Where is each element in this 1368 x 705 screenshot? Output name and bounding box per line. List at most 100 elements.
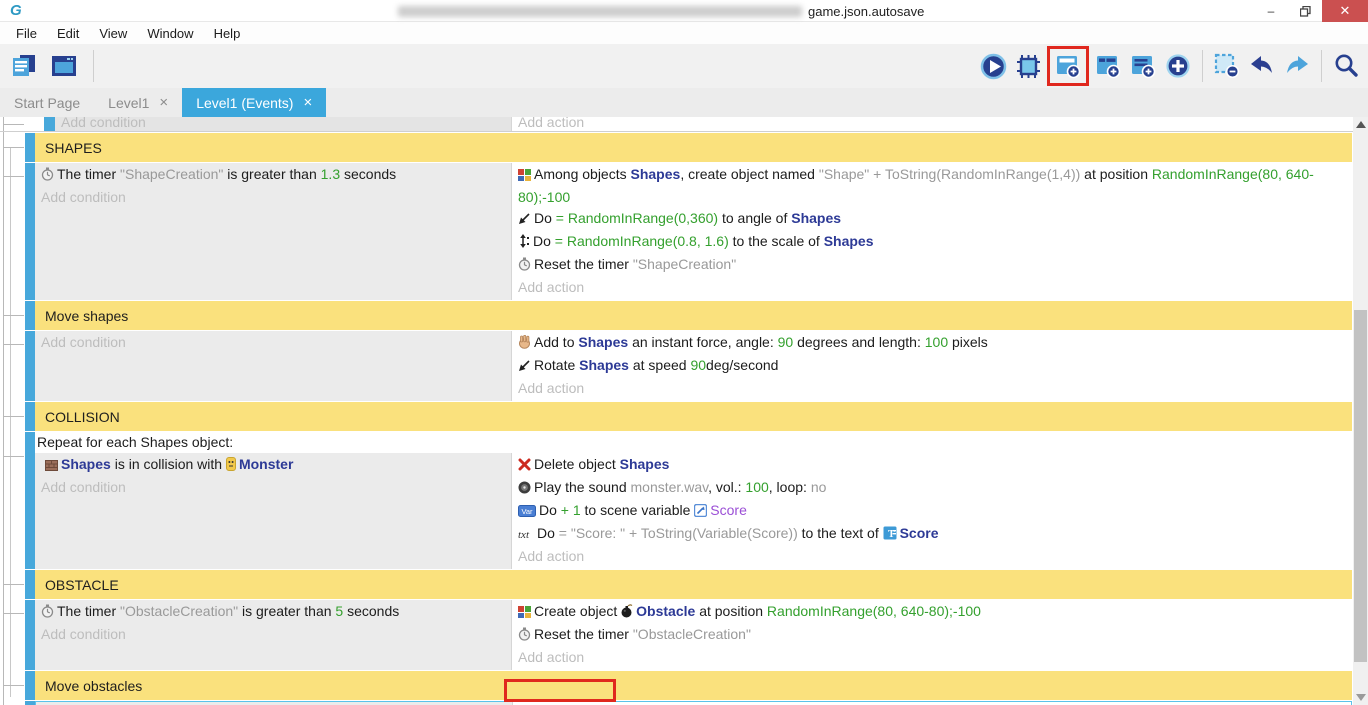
event-row[interactable]: The timer "ObstacleCreation" is greater …	[0, 600, 1353, 670]
add-standard-event-icon[interactable]	[1047, 46, 1089, 86]
tab-level1[interactable]: Level1 ×	[94, 88, 182, 117]
add-action-button[interactable]: Add action	[512, 277, 1352, 298]
group-header-obstacle[interactable]: OBSTACLE	[35, 570, 1352, 599]
action-line[interactable]: txtDo = "Score: " + ToString(Variable(Sc…	[512, 523, 1352, 546]
condition-line[interactable]: The timer "ObstacleCreation" is greater …	[35, 601, 511, 624]
tab-start-page[interactable]: Start Page	[0, 88, 94, 117]
group-header-move-obstacles[interactable]: Move obstacles	[35, 671, 1352, 700]
add-condition-button[interactable]: Add condition	[35, 332, 511, 353]
group-label: COLLISION	[45, 409, 120, 425]
add-action-button[interactable]: Add action	[512, 647, 1352, 668]
add-action-button[interactable]: Add action	[512, 378, 1352, 399]
group-header-move-shapes[interactable]: Move shapes	[35, 301, 1352, 330]
action-line[interactable]: Reset the timer "ObstacleCreation"	[512, 624, 1352, 647]
event-indent-bar	[25, 163, 35, 300]
text-modify-icon: txt	[518, 525, 534, 546]
timer-icon	[518, 626, 531, 647]
action-line[interactable]: Do = RandomInRange(0,360) to angle of Sh…	[512, 208, 1352, 231]
group-label: Move shapes	[45, 308, 128, 324]
title-blurred-path	[398, 6, 802, 17]
delete-event-icon[interactable]	[1211, 46, 1243, 86]
tab-close-icon[interactable]: ×	[303, 94, 312, 111]
add-sub-event-icon[interactable]	[1092, 46, 1124, 86]
menu-item-help[interactable]: Help	[204, 24, 251, 43]
add-action-button[interactable]: Add action	[512, 546, 1352, 567]
event-indent-bar	[25, 301, 35, 330]
undo-icon[interactable]	[1246, 46, 1278, 86]
restore-icon	[1300, 6, 1311, 17]
timer-icon	[41, 166, 54, 187]
scroll-down-arrow-icon[interactable]	[1356, 694, 1366, 701]
delete-cross-icon	[518, 456, 531, 477]
minimize-button[interactable]: –	[1254, 0, 1288, 22]
scroll-up-arrow-icon[interactable]	[1356, 121, 1366, 128]
menu-item-window[interactable]: Window	[137, 24, 203, 43]
tab-level1-events[interactable]: Level1 (Events)×	[182, 88, 326, 117]
scrollbar-thumb[interactable]	[1354, 310, 1367, 662]
group-header-shapes[interactable]: SHAPES	[35, 133, 1352, 162]
condition-line[interactable]: The timer "ShapeCreation" is greater tha…	[35, 164, 511, 187]
vertical-scrollbar[interactable]	[1353, 117, 1368, 705]
event-group-row: Move shapes	[0, 301, 1353, 330]
project-manager-icon[interactable]	[8, 46, 40, 86]
action-line[interactable]: Rotate Shapes at speed 90deg/second	[512, 355, 1352, 378]
tree-tick	[3, 685, 24, 686]
add-action-button[interactable]: Add action	[512, 117, 1352, 132]
rotate-arrow-icon	[518, 357, 531, 378]
scale-arrow-icon	[518, 233, 530, 254]
condition-line[interactable]: Shapes is in collision with Monster	[35, 454, 511, 477]
angle-arrow-icon	[518, 210, 531, 231]
menu-item-view[interactable]: View	[89, 24, 137, 43]
event-group-row: COLLISION	[0, 402, 1353, 431]
toolbar-divider	[1321, 50, 1322, 82]
group-label: Move obstacles	[45, 678, 142, 694]
toolbar	[0, 44, 1368, 88]
action-line[interactable]: Among objects Shapes, create object name…	[512, 164, 1352, 208]
add-condition-button[interactable]: Add condition	[35, 624, 511, 645]
add-comment-event-icon[interactable]	[1127, 46, 1159, 86]
action-line[interactable]: Play the sound monster.wav, vol.: 100, l…	[512, 477, 1352, 500]
action-line[interactable]: Add to Shapes an instant force, angle: 9…	[512, 332, 1352, 355]
group-label: SHAPES	[45, 140, 102, 156]
timer-icon	[41, 603, 54, 624]
tab-bar: Start PageLevel1×Level1 (Events)×	[0, 88, 1368, 117]
tree-tick	[3, 613, 24, 614]
action-line[interactable]: Do = RandomInRange(0.8, 1.6) to the scal…	[512, 231, 1352, 254]
search-icon[interactable]	[1330, 46, 1362, 86]
tree-tick	[3, 344, 24, 345]
debugger-icon[interactable]	[1012, 46, 1044, 86]
tab-label: Level1	[108, 95, 149, 111]
scene-editor-icon[interactable]	[48, 46, 80, 86]
group-header-collision[interactable]: COLLISION	[35, 402, 1352, 431]
add-condition-button[interactable]: Add condition	[55, 117, 511, 132]
close-button[interactable]: ✕	[1322, 0, 1368, 22]
action-line[interactable]: VarDo + 1 to scene variable Score	[512, 500, 1352, 523]
add-condition-button[interactable]: Add condition	[35, 187, 511, 208]
event-row[interactable]: The timer "ShapeCreation" is greater tha…	[0, 163, 1353, 300]
tree-tick	[3, 584, 24, 585]
window-title: game.json.autosave	[808, 4, 924, 19]
add-condition-button[interactable]: Add condition	[35, 477, 511, 498]
event-row[interactable]: Add conditionAdd to Shapes an instant fo…	[0, 331, 1353, 401]
tab-close-icon[interactable]: ×	[159, 94, 168, 111]
menu-item-file[interactable]: File	[6, 24, 47, 43]
add-other-event-icon[interactable]	[1162, 46, 1194, 86]
menu-bar: FileEditViewWindowHelp	[0, 22, 1368, 44]
foreach-header[interactable]: Repeat for each Shapes object:	[35, 432, 1352, 453]
action-line[interactable]: Create object Obstacle at position Rando…	[512, 601, 1352, 624]
scene-variable-icon	[694, 502, 707, 523]
event-indent-bar	[25, 402, 35, 431]
event-row-selected[interactable]: Add conditionAdd action	[0, 701, 1353, 705]
menu-item-edit[interactable]: Edit	[47, 24, 89, 43]
variable-icon: Var	[518, 502, 536, 523]
restore-button[interactable]	[1288, 0, 1322, 22]
redo-icon[interactable]	[1281, 46, 1313, 86]
title-bar: G game.json.autosave – ✕	[0, 0, 1368, 22]
action-line[interactable]: Reset the timer "ShapeCreation"	[512, 254, 1352, 277]
force-hand-icon	[518, 334, 531, 355]
preview-play-icon[interactable]	[977, 46, 1009, 86]
event-row[interactable]: Repeat for each Shapes object:Shapes is …	[0, 432, 1353, 569]
event-indent-bar	[25, 133, 35, 162]
action-line[interactable]: Delete object Shapes	[512, 454, 1352, 477]
event-group-row: Move obstacles	[0, 671, 1353, 700]
